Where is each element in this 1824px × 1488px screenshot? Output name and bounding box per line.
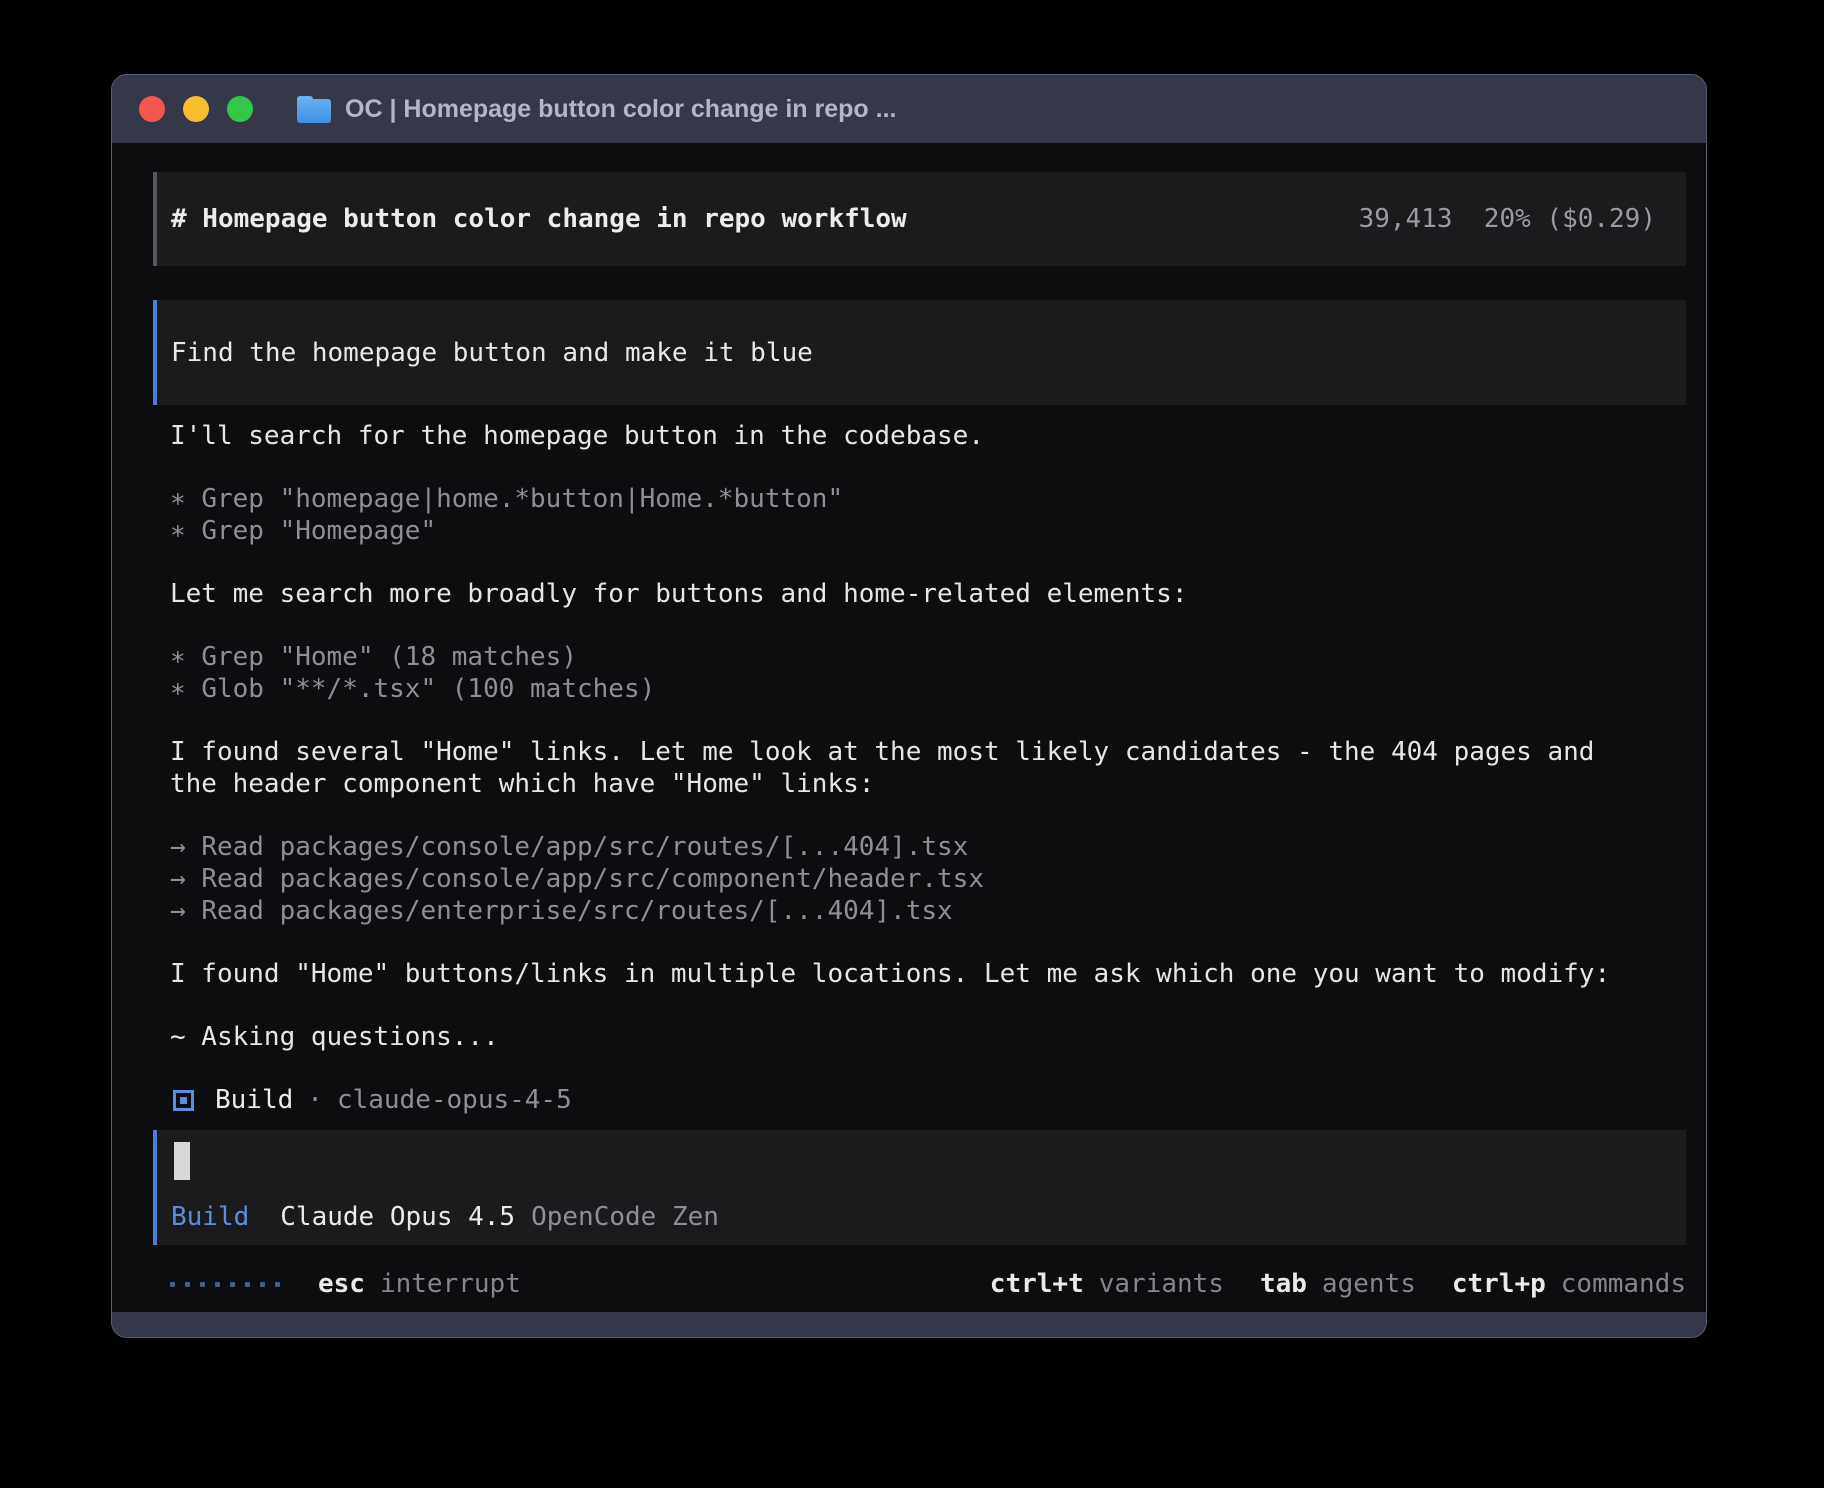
assistant-status-text: ~ Asking questions... — [170, 1021, 1646, 1053]
shortcut-variants: ctrl+t variants — [990, 1269, 1224, 1300]
spinner-dot — [260, 1282, 265, 1287]
folder-icon — [297, 96, 331, 123]
grep-bullet-icon: ∗ — [170, 484, 186, 514]
tool-call-text: Read packages/console/app/src/routes/[..… — [201, 832, 968, 862]
minimize-window-button[interactable] — [183, 96, 209, 122]
assistant-text: I found several "Home" links. Let me loo… — [170, 736, 1646, 800]
assistant-text: Let me search more broadly for buttons a… — [170, 578, 1646, 610]
spinner-dot — [275, 1282, 280, 1287]
esc-key-hint: esc — [318, 1269, 365, 1300]
spinner-dot — [170, 1282, 175, 1287]
terminal-screen: # Homepage button color change in repo w… — [112, 143, 1706, 1312]
composer-agent-mode[interactable]: Build — [171, 1202, 249, 1233]
tab-key-hint: tab — [1260, 1269, 1307, 1300]
assistant-text: I'll search for the homepage button in t… — [170, 420, 1646, 452]
spinner-dot — [230, 1282, 235, 1287]
tool-call-line: ∗ Glob "**/*.tsx" (100 matches) — [170, 673, 1646, 705]
grep-bullet-icon: ∗ — [170, 516, 186, 546]
assistant-text: I found "Home" buttons/links in multiple… — [170, 958, 1646, 990]
read-arrow-icon: → — [170, 896, 186, 926]
tool-call-line: → Read packages/console/app/src/routes/[… — [170, 831, 1646, 863]
terminal-window: OC | Homepage button color change in rep… — [111, 74, 1707, 1338]
spinner-dot — [245, 1282, 250, 1287]
tool-call-text: Read packages/enterprise/src/routes/[...… — [201, 896, 952, 926]
tool-call-text: Grep "Home" (18 matches) — [201, 642, 577, 672]
window-title: OC | Homepage button color change in rep… — [345, 95, 896, 124]
composer-model-name: Claude Opus 4.5 — [280, 1202, 515, 1233]
agent-status-line: Build · claude-opus-4-5 — [170, 1084, 1686, 1116]
shortcut-commands: ctrl+p commands — [1452, 1269, 1686, 1300]
shortcut-agents: tab agents — [1260, 1269, 1416, 1300]
text-cursor — [174, 1142, 190, 1180]
prompt-input[interactable]: Build Claude Opus 4.5 OpenCode Zen — [153, 1130, 1686, 1245]
glob-bullet-icon: ∗ — [170, 674, 186, 704]
tool-call-text: Grep "homepage|home.*button|Home.*button… — [201, 484, 843, 514]
titlebar[interactable]: OC | Homepage button color change in rep… — [112, 75, 1706, 143]
composer-status-row: Build Claude Opus 4.5 OpenCode Zen — [171, 1202, 1670, 1233]
status-footer: esc interrupt ctrl+t variants tab agents… — [170, 1269, 1686, 1300]
grep-bullet-icon: ∗ — [170, 642, 186, 672]
tool-call-text: Grep "Homepage" — [201, 516, 436, 546]
traffic-lights — [139, 96, 253, 122]
tool-call-line: → Read packages/console/app/src/componen… — [170, 863, 1646, 895]
composer-provider-name: OpenCode Zen — [531, 1202, 719, 1233]
agent-model-id: claude-opus-4-5 — [337, 1084, 572, 1116]
separator-dot: · — [307, 1084, 323, 1116]
spinner-dot — [215, 1282, 220, 1287]
session-title: # Homepage button color change in repo w… — [171, 204, 907, 234]
working-spinner-dots — [170, 1282, 280, 1287]
zoom-window-button[interactable] — [227, 96, 253, 122]
tool-call-line: ∗ Grep "homepage|home.*button|Home.*butt… — [170, 483, 1646, 515]
session-header: # Homepage button color change in repo w… — [153, 172, 1686, 266]
tool-call-line: → Read packages/enterprise/src/routes/[.… — [170, 895, 1646, 927]
tool-call-text: Read packages/console/app/src/component/… — [201, 864, 984, 894]
variants-label: variants — [1099, 1269, 1224, 1300]
ctrl-p-key-hint: ctrl+p — [1452, 1269, 1546, 1300]
window-bottom-frame — [112, 1312, 1706, 1337]
session-token-stats: 39,413 20% ($0.29) — [1359, 204, 1656, 234]
close-window-button[interactable] — [139, 96, 165, 122]
esc-key-label: interrupt — [380, 1269, 521, 1300]
tool-call-line: ∗ Grep "Homepage" — [170, 515, 1646, 547]
ctrl-t-key-hint: ctrl+t — [990, 1269, 1084, 1300]
read-arrow-icon: → — [170, 832, 186, 862]
build-agent-icon — [173, 1090, 194, 1111]
assistant-response: I'll search for the homepage button in t… — [170, 420, 1646, 1053]
spinner-dot — [200, 1282, 205, 1287]
spinner-dot — [185, 1282, 190, 1287]
read-arrow-icon: → — [170, 864, 186, 894]
user-message: Find the homepage button and make it blu… — [153, 300, 1686, 405]
user-message-text: Find the homepage button and make it blu… — [171, 338, 813, 368]
tool-call-line: ∗ Grep "Home" (18 matches) — [170, 641, 1646, 673]
keyboard-shortcuts: ctrl+t variants tab agents ctrl+p comman… — [990, 1269, 1686, 1300]
commands-label: commands — [1561, 1269, 1686, 1300]
tool-call-text: Glob "**/*.tsx" (100 matches) — [201, 674, 655, 704]
agents-label: agents — [1322, 1269, 1416, 1300]
agent-name: Build — [215, 1084, 293, 1116]
